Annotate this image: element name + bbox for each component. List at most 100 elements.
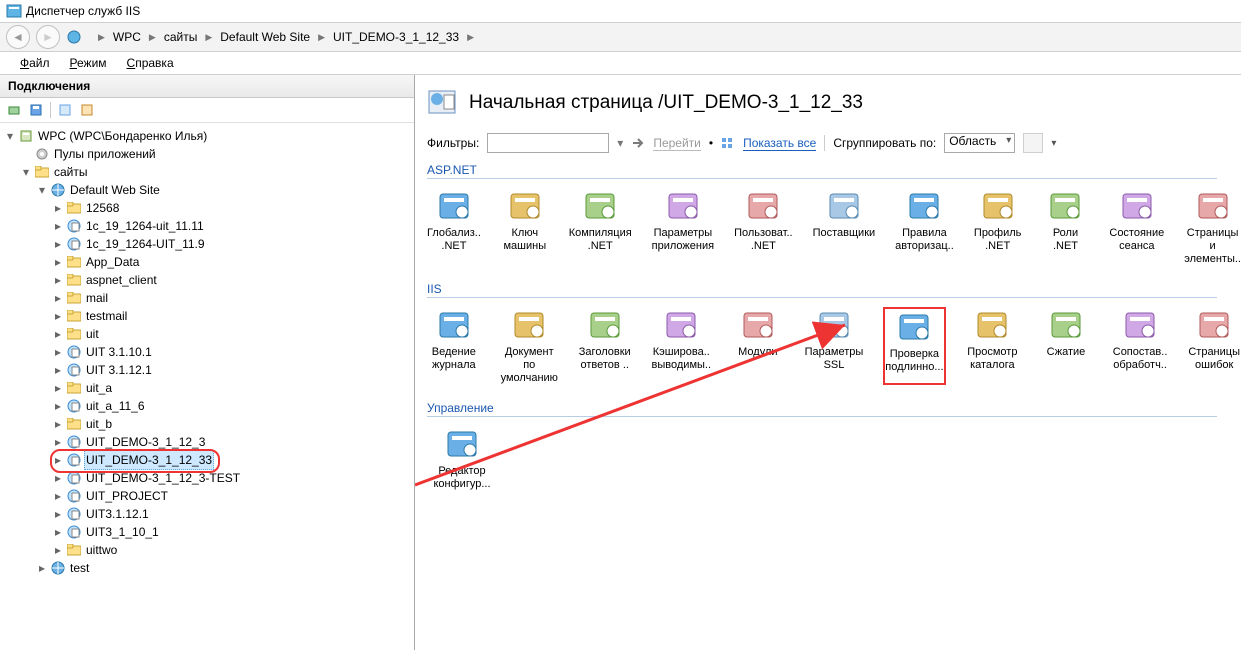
tree-item[interactable]: ▸uit_b bbox=[4, 415, 414, 433]
tree-item[interactable]: ▸UIT_DEMO-3_1_12_3-TEST bbox=[4, 469, 414, 487]
menu-mode[interactable]: Режим bbox=[62, 54, 115, 72]
breadcrumb-item[interactable]: Default Web Site bbox=[220, 30, 310, 44]
feature-icon[interactable]: Поставщики bbox=[813, 188, 876, 266]
feature-icon[interactable]: Ключмашины bbox=[501, 188, 549, 266]
tree-twisty[interactable]: ▸ bbox=[52, 379, 64, 397]
tree-label: UIT_DEMO-3_1_12_33 bbox=[84, 450, 214, 470]
menu-help[interactable]: Справка bbox=[119, 54, 182, 72]
tree-twisty[interactable]: ▸ bbox=[52, 235, 64, 253]
feature-icon[interactable]: Роли .NET bbox=[1042, 188, 1090, 266]
tree-twisty[interactable]: ▸ bbox=[52, 325, 64, 343]
tree-item[interactable]: ▸App_Data bbox=[4, 253, 414, 271]
tree-item[interactable]: ▸UIT_PROJECT bbox=[4, 487, 414, 505]
save-icon[interactable] bbox=[28, 102, 44, 118]
tree-twisty[interactable]: ▸ bbox=[36, 559, 48, 577]
feature-icon[interactable]: Пользоват...NET bbox=[734, 188, 793, 266]
go-link[interactable]: Перейти bbox=[653, 136, 701, 151]
feature-icon[interactable]: Параметрыприложения bbox=[652, 188, 714, 266]
feature-icon[interactable]: Заголовкиответов .. bbox=[578, 307, 632, 385]
tree-twisty[interactable]: ▸ bbox=[52, 415, 64, 433]
tree-twisty[interactable]: ▸ bbox=[52, 433, 64, 451]
tree-twisty[interactable]: ▾ bbox=[36, 181, 48, 199]
tree-twisty[interactable]: ▾ bbox=[4, 127, 16, 145]
tree-item[interactable]: ▸ UIT_DEMO-3_1_12_33 bbox=[4, 451, 414, 469]
tree-twisty[interactable]: ▸ bbox=[52, 361, 64, 379]
feature-icon[interactable]: Ведениежурнала bbox=[427, 307, 481, 385]
tree-test[interactable]: ▸test bbox=[4, 559, 414, 577]
tree-twisty[interactable]: ▸ bbox=[52, 487, 64, 505]
tree-item[interactable]: ▸UIT_DEMO-3_1_12_3 bbox=[4, 433, 414, 451]
feature-icon[interactable]: Документ поумолчанию bbox=[501, 307, 558, 385]
feature-icon[interactable]: Сжатие bbox=[1039, 307, 1093, 385]
tree-twisty[interactable]: ▸ bbox=[52, 199, 64, 217]
view-grid-button[interactable] bbox=[1023, 133, 1043, 153]
breadcrumb-item[interactable]: сайты bbox=[164, 30, 198, 44]
tree-item[interactable]: ▸uittwo bbox=[4, 541, 414, 559]
tree-label: UIT 3.1.12.1 bbox=[84, 361, 154, 379]
tree-twisty[interactable]: ▸ bbox=[52, 217, 64, 235]
feature-icon[interactable]: Редакторконфигур... bbox=[427, 426, 497, 491]
tree-twisty[interactable]: ▸ bbox=[52, 505, 64, 523]
feature-icon[interactable]: Профиль.NET bbox=[974, 188, 1022, 266]
tree-sites[interactable]: ▾сайты bbox=[4, 163, 414, 181]
tree-twisty[interactable]: ▸ bbox=[52, 271, 64, 289]
feature-caption: Глобализ...NET bbox=[427, 227, 481, 253]
tree-twisty[interactable]: ▸ bbox=[52, 307, 64, 325]
nav-back-button[interactable]: ◄ bbox=[6, 25, 30, 49]
feature-icon[interactable]: Страницы иэлементы.. bbox=[1184, 188, 1241, 266]
filter-input[interactable] bbox=[487, 133, 609, 153]
menu-file[interactable]: Файл bbox=[12, 54, 58, 72]
tree-twisty[interactable]: ▸ bbox=[52, 253, 64, 271]
nav-fwd-button[interactable]: ► bbox=[36, 25, 60, 49]
tree-twisty[interactable]: ▸ bbox=[52, 523, 64, 541]
feature-icon[interactable]: Просмотркаталога bbox=[966, 307, 1020, 385]
tree-twisty[interactable]: ▸ bbox=[52, 397, 64, 415]
tree-item[interactable]: ▸1c_19_1264-uit_11.11 bbox=[4, 217, 414, 235]
tree-twisty[interactable]: ▸ bbox=[52, 451, 64, 469]
tree-item[interactable]: ▸aspnet_client bbox=[4, 271, 414, 289]
tree-twisty[interactable]: ▸ bbox=[52, 289, 64, 307]
tree-item[interactable]: ▸1c_19_1264-UIT_11.9 bbox=[4, 235, 414, 253]
feature-icon[interactable]: Глобализ...NET bbox=[427, 188, 481, 266]
breadcrumb-item[interactable]: UIT_DEMO-3_1_12_33 bbox=[333, 30, 459, 44]
collapse-icon[interactable] bbox=[79, 102, 95, 118]
aspnet-icon-row: Глобализ...NET Ключмашины Компиляция.NET Па… bbox=[427, 182, 1241, 276]
feature-icon[interactable]: Правилаавторизац.. bbox=[895, 188, 954, 266]
tree-app-pools[interactable]: Пулы приложений bbox=[4, 145, 414, 163]
feature-icon[interactable]: Проверкаподлинно... bbox=[883, 307, 945, 385]
tree-default-site[interactable]: ▾Default Web Site bbox=[4, 181, 414, 199]
connect-icon[interactable] bbox=[6, 102, 22, 118]
tree-item[interactable]: ▸UIT3_1_10_1 bbox=[4, 523, 414, 541]
tree-server[interactable]: ▾WPC (WPC\Бондаренко Илья) bbox=[4, 127, 414, 145]
tree-item[interactable]: ▸UIT3.1.12.1 bbox=[4, 505, 414, 523]
tree-item[interactable]: ▸ UIT 3.1.12.1 bbox=[4, 361, 414, 379]
tree-item[interactable]: ▸uit_a bbox=[4, 379, 414, 397]
tree-twisty[interactable]: ▸ bbox=[52, 469, 64, 487]
tree-item[interactable]: ▸uit_a_11_6 bbox=[4, 397, 414, 415]
feature-icon[interactable]: Кэширова..выводимы.. bbox=[652, 307, 712, 385]
tree-item[interactable]: ▸12568 bbox=[4, 199, 414, 217]
show-all-link[interactable]: Показать все bbox=[743, 136, 816, 151]
feature-icon[interactable]: Модули bbox=[731, 307, 785, 385]
group-manage-header: Управление bbox=[427, 401, 1217, 418]
breadcrumb-item[interactable]: WPC bbox=[113, 30, 141, 44]
tree-label: UIT 3.1.10.1 bbox=[84, 343, 154, 361]
feature-pic bbox=[906, 188, 942, 224]
feature-icon[interactable]: Компиляция.NET bbox=[569, 188, 632, 266]
tree-item[interactable]: ▸mail bbox=[4, 289, 414, 307]
expand-icon[interactable] bbox=[57, 102, 73, 118]
menubar: Файл Режим Справка bbox=[0, 52, 1241, 75]
tree-item[interactable]: ▸ UIT 3.1.10.1 bbox=[4, 343, 414, 361]
tree-twisty[interactable]: ▾ bbox=[20, 163, 32, 181]
tree-item[interactable]: ▸testmail bbox=[4, 307, 414, 325]
feature-icon[interactable]: Страницыошибок bbox=[1187, 307, 1241, 385]
tree-item[interactable]: ▸uit bbox=[4, 325, 414, 343]
tree-twisty[interactable]: ▸ bbox=[52, 343, 64, 361]
feature-icon[interactable]: Состояниесеанса bbox=[1109, 188, 1164, 266]
connections-tree[interactable]: ▾WPC (WPC\Бондаренко Илья)Пулы приложени… bbox=[0, 123, 414, 650]
tree-twisty[interactable]: ▸ bbox=[52, 541, 64, 559]
feature-icon[interactable]: Сопостав..обработч.. bbox=[1113, 307, 1168, 385]
groupby-combo[interactable]: Область bbox=[944, 133, 1015, 153]
feature-pic bbox=[663, 307, 699, 343]
feature-icon[interactable]: ПараметрыSSL bbox=[805, 307, 864, 385]
